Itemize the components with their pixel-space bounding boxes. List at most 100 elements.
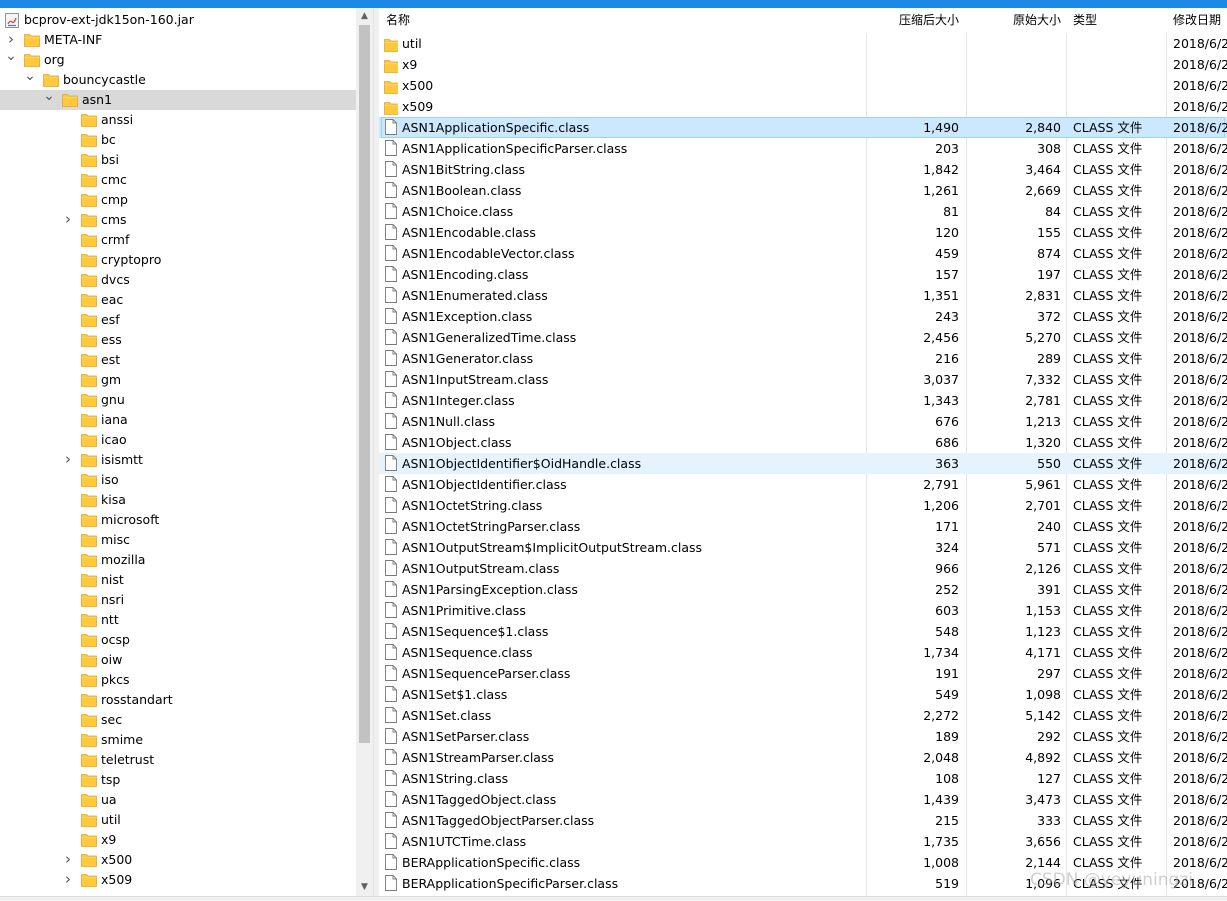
tree-item-x9[interactable]: x9 (0, 830, 356, 850)
chevron-right-icon[interactable]: › (61, 870, 75, 890)
column-header-compressed-size[interactable]: 压缩后大小 (867, 8, 963, 33)
file-row[interactable]: ASN1Enumerated.class 1,351 2,831 CLASS 文件 20… (379, 285, 1227, 306)
folder-row[interactable]: util 2018/6/29 (379, 33, 1227, 54)
tree-item-pkcs[interactable]: pkcs (0, 670, 356, 690)
file-row[interactable]: ASN1EncodableVector.class 459 874 CLASS 文件 2… (379, 243, 1227, 264)
tree-item-bouncycastle[interactable]: ⌄ bouncycastle (0, 69, 356, 90)
file-row[interactable]: ASN1BitString.class 1,842 3,464 CLASS 文件 201… (379, 159, 1227, 180)
tree-item-cmp[interactable]: cmp (0, 190, 356, 210)
tree-item-cryptopro[interactable]: cryptopro (0, 250, 356, 270)
tree-item-crmf[interactable]: crmf (0, 230, 356, 250)
folder-row[interactable]: x509 2018/6/29 (379, 96, 1227, 117)
tree-item-anssi[interactable]: anssi (0, 110, 356, 130)
chevron-down-icon[interactable]: ⌄ (4, 49, 18, 70)
tree-item-kisa[interactable]: kisa (0, 490, 356, 510)
file-row[interactable]: ASN1OctetStringParser.class 171 240 CLASS 文… (379, 516, 1227, 537)
chevron-down-icon[interactable]: ⌄ (23, 69, 37, 90)
tree-item-asn1[interactable]: ⌄ asn1 (0, 89, 356, 110)
tree-scrollbar-thumb[interactable] (359, 25, 370, 743)
tree-item-smime[interactable]: smime (0, 730, 356, 750)
file-row[interactable]: ASN1OctetString.class 1,206 2,701 CLASS 文件 2… (379, 495, 1227, 516)
tree-item-bc[interactable]: bc (0, 130, 356, 150)
tree-item-esf[interactable]: esf (0, 310, 356, 330)
file-row[interactable]: ASN1Null.class 676 1,213 CLASS 文件 2018/6/29 (379, 411, 1227, 432)
file-row[interactable]: ASN1TaggedObjectParser.class 215 333 CLASS … (379, 810, 1227, 831)
file-row[interactable]: ASN1Set$1.class 549 1,098 CLASS 文件 2018/6/29 (379, 684, 1227, 705)
tree-item-ua[interactable]: ua (0, 790, 356, 810)
tree-vertical-scrollbar[interactable]: ▲ ▼ (356, 8, 373, 896)
file-row[interactable]: ASN1ObjectIdentifier.class 2,791 5,961 CLAS… (379, 474, 1227, 495)
column-header-type[interactable]: 类型 (1069, 8, 1165, 33)
file-row[interactable]: ASN1String.class 108 127 CLASS 文件 2018/6/29 (379, 768, 1227, 789)
tree-item-gm[interactable]: gm (0, 370, 356, 390)
file-row[interactable]: ASN1GeneralizedTime.class 2,456 5,270 CLASS… (379, 327, 1227, 348)
tree-item-x509[interactable]: › x509 (0, 870, 356, 890)
file-row[interactable]: ASN1Generator.class 216 289 CLASS 文件 2018/6/… (379, 348, 1227, 369)
file-row[interactable]: ASN1Encoding.class 157 197 CLASS 文件 2018/6/2… (379, 264, 1227, 285)
scroll-down-arrow-icon[interactable]: ▼ (356, 879, 373, 896)
file-row[interactable]: ASN1Object.class 686 1,320 CLASS 文件 2018/6/2… (379, 432, 1227, 453)
tree-item-mozilla[interactable]: mozilla (0, 550, 356, 570)
file-row[interactable]: ASN1Integer.class 1,343 2,781 CLASS 文件 2018/… (379, 390, 1227, 411)
tree-item-misc[interactable]: misc (0, 530, 356, 550)
tree-item-cmc[interactable]: cmc (0, 170, 356, 190)
file-row[interactable]: ASN1Primitive.class 603 1,153 CLASS 文件 2018/… (379, 600, 1227, 621)
file-row[interactable]: ASN1StreamParser.class 2,048 4,892 CLASS 文件… (379, 747, 1227, 768)
column-header-name[interactable]: 名称 (382, 8, 862, 33)
tree-item-bsi[interactable]: bsi (0, 150, 356, 170)
chevron-right-icon[interactable]: › (4, 30, 18, 50)
tree-item-cms[interactable]: › cms (0, 210, 356, 230)
file-row[interactable]: ASN1TaggedObject.class 1,439 3,473 CLASS 文件… (379, 789, 1227, 810)
tree-item-util[interactable]: util (0, 810, 356, 830)
tree-item-ocsp[interactable]: ocsp (0, 630, 356, 650)
file-row[interactable]: ASN1InputStream.class 3,037 7,332 CLASS 文件 2… (379, 369, 1227, 390)
tree-item-nsri[interactable]: nsri (0, 590, 356, 610)
tree-item-icao[interactable]: icao (0, 430, 356, 450)
column-header-modified-date[interactable]: 修改日期 (1169, 8, 1227, 33)
chevron-right-icon[interactable]: › (61, 850, 75, 870)
file-row[interactable]: ASN1SetParser.class 189 292 CLASS 文件 2018/6/… (379, 726, 1227, 747)
chevron-right-icon[interactable]: › (61, 450, 75, 470)
file-row[interactable]: ASN1OutputStream.class 966 2,126 CLASS 文件 20… (379, 558, 1227, 579)
tree-item-sec[interactable]: sec (0, 710, 356, 730)
tree-item-x500[interactable]: › x500 (0, 850, 356, 870)
file-row[interactable]: ASN1Boolean.class 1,261 2,669 CLASS 文件 2018/… (379, 180, 1227, 201)
tree-item-rosstandart[interactable]: rosstandart (0, 690, 356, 710)
file-row[interactable]: ASN1Exception.class 243 372 CLASS 文件 2018/6/… (379, 306, 1227, 327)
tree-item-meta-inf[interactable]: › META-INF (0, 30, 356, 50)
tree-item-dvcs[interactable]: dvcs (0, 270, 356, 290)
tree-item-teletrust[interactable]: teletrust (0, 750, 356, 770)
file-row[interactable]: ASN1ParsingException.class 252 391 CLASS 文件… (379, 579, 1227, 600)
file-row[interactable]: ASN1Choice.class 81 84 CLASS 文件 2018/6/29 (379, 201, 1227, 222)
chevron-down-icon[interactable]: ⌄ (42, 89, 56, 110)
column-header-original-size[interactable]: 原始大小 (967, 8, 1065, 33)
file-row[interactable]: ASN1SequenceParser.class 191 297 CLASS 文件 20… (379, 663, 1227, 684)
tree-item-tsp[interactable]: tsp (0, 770, 356, 790)
file-row[interactable]: ASN1Sequence.class 1,734 4,171 CLASS 文件 2018… (379, 642, 1227, 663)
tree-item-iso[interactable]: iso (0, 470, 356, 490)
tree-item-eac[interactable]: eac (0, 290, 356, 310)
file-row[interactable]: ASN1Set.class 2,272 5,142 CLASS 文件 2018/6/29 (379, 705, 1227, 726)
scroll-up-arrow-icon[interactable]: ▲ (356, 8, 373, 25)
tree-item-iana[interactable]: iana (0, 410, 356, 430)
file-row[interactable]: ASN1ApplicationSpecific.class 1,490 2,840 C… (379, 117, 1227, 138)
file-row[interactable]: ASN1UTCTime.class 1,735 3,656 CLASS 文件 2018/… (379, 831, 1227, 852)
tree-item-ntt[interactable]: ntt (0, 610, 356, 630)
tree-item-est[interactable]: est (0, 350, 356, 370)
tree-item-oiw[interactable]: oiw (0, 650, 356, 670)
file-row[interactable]: ASN1Encodable.class 120 155 CLASS 文件 2018/6/… (379, 222, 1227, 243)
tree-item-org[interactable]: ⌄ org (0, 49, 356, 70)
file-row[interactable]: ASN1ApplicationSpecificParser.class 203 30… (379, 138, 1227, 159)
tree-item-isismtt[interactable]: › isismtt (0, 450, 356, 470)
file-row[interactable]: ASN1Sequence$1.class 548 1,123 CLASS 文件 2018… (379, 621, 1227, 642)
tree-root-jar[interactable]: bcprov-ext-jdk15on-160.jar (0, 10, 356, 30)
tree-item-microsoft[interactable]: microsoft (0, 510, 356, 530)
folder-row[interactable]: x9 2018/6/29 (379, 54, 1227, 75)
folder-row[interactable]: x500 2018/6/29 (379, 75, 1227, 96)
chevron-right-icon[interactable]: › (61, 210, 75, 230)
tree-item-nist[interactable]: nist (0, 570, 356, 590)
tree-item-gnu[interactable]: gnu (0, 390, 356, 410)
file-row[interactable]: ASN1ObjectIdentifier$OidHandle.class 363 5… (379, 453, 1227, 474)
file-row[interactable]: ASN1OutputStream$ImplicitOutputStream.cl… (379, 537, 1227, 558)
tree-item-ess[interactable]: ess (0, 330, 356, 350)
